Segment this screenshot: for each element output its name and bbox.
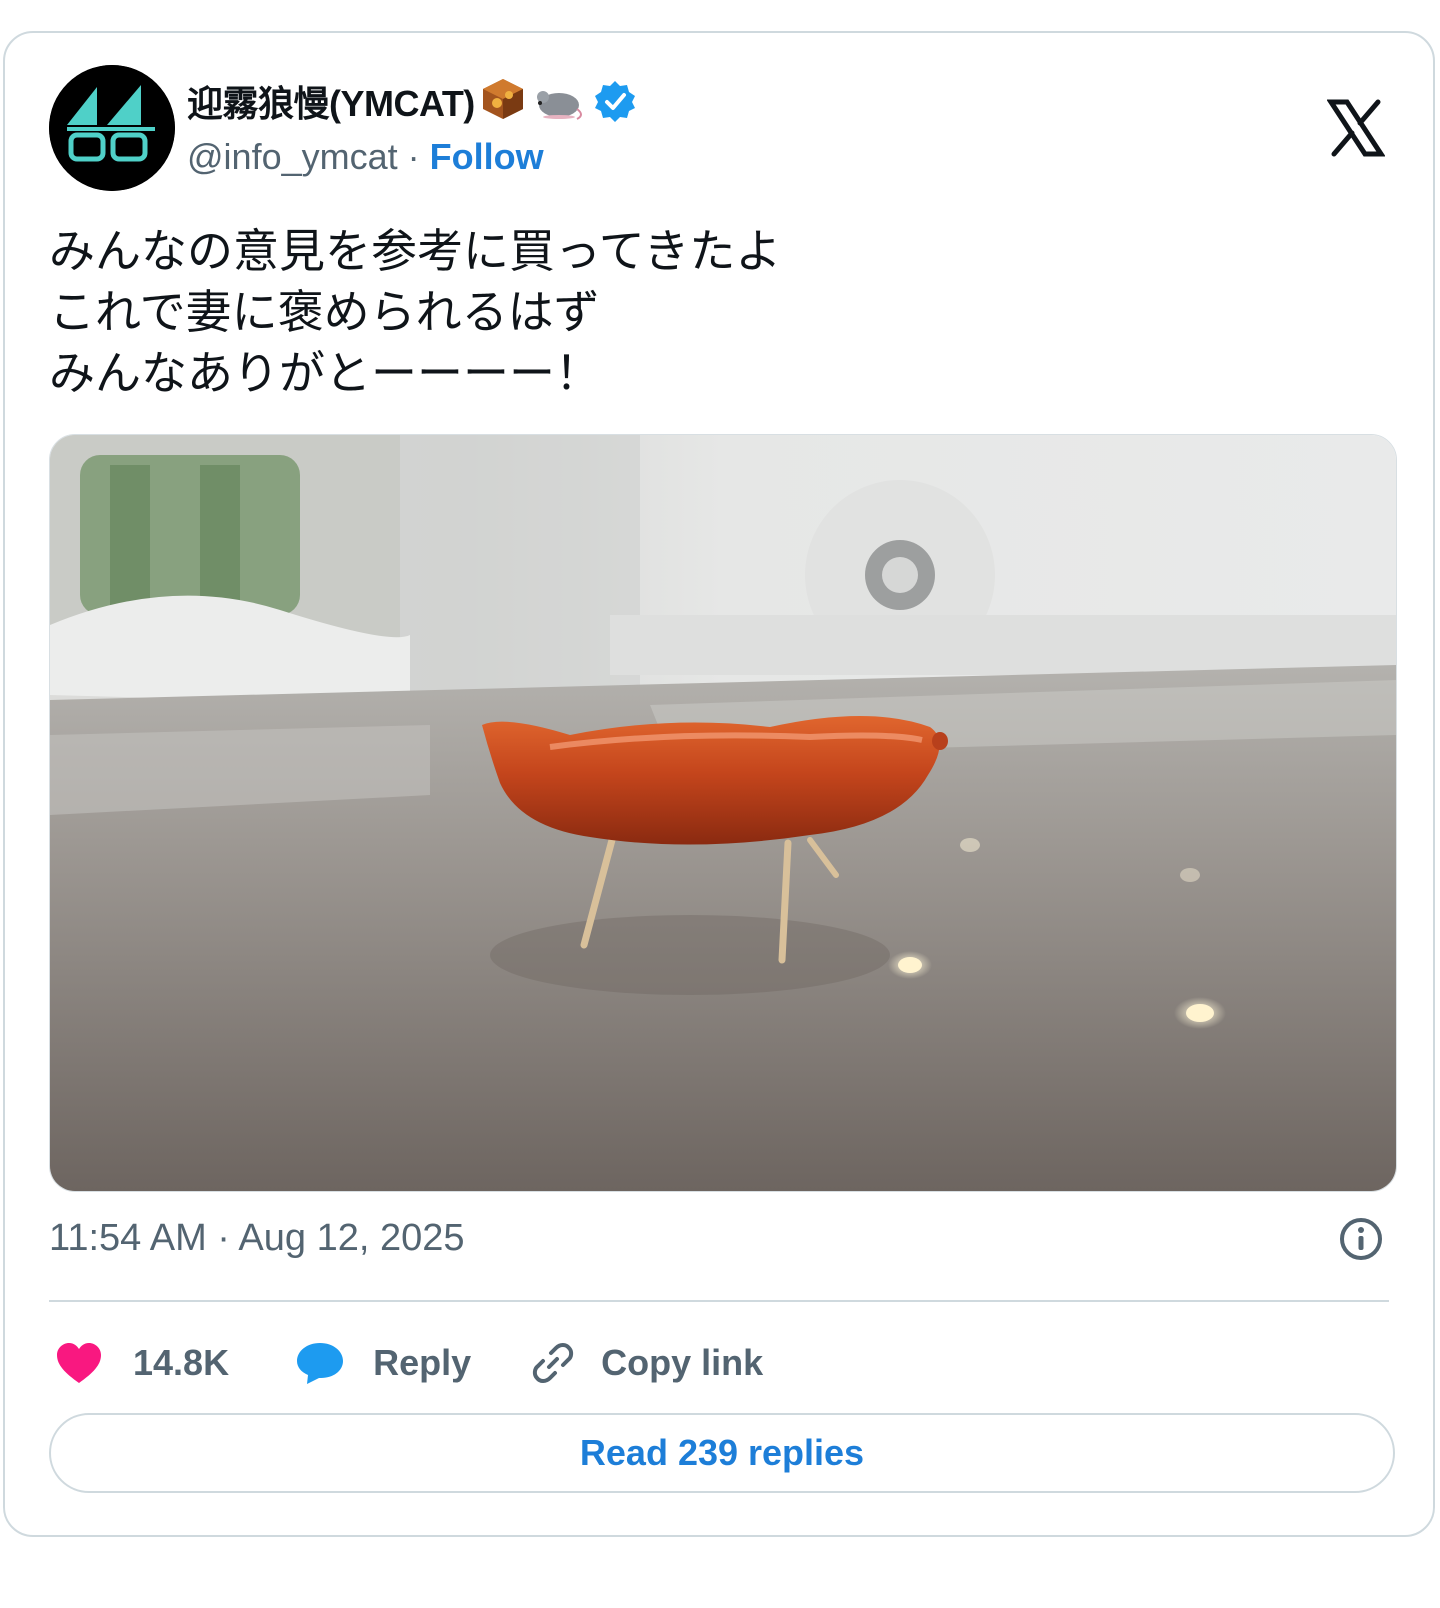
tweet-photo[interactable] bbox=[49, 434, 1397, 1192]
speech-bubble-icon bbox=[297, 1343, 344, 1384]
tweet-card: 迎霧狼慢(YMCAT) @info_ymcat · Follow みんなの意見を… bbox=[3, 31, 1435, 1537]
tweet-text: みんなの意見を参考に買ってきたよ これで妻に褒められるはず みんなありがとーーー… bbox=[49, 221, 1389, 404]
handle-row: @info_ymcat · Follow bbox=[187, 129, 637, 185]
timestamp-row: 11:54 AM · Aug 12, 2025 bbox=[49, 1209, 1389, 1269]
verified-badge-icon bbox=[594, 81, 635, 122]
user-handle[interactable]: @info_ymcat bbox=[187, 136, 398, 178]
tweet-timestamp[interactable]: 11:54 AM · Aug 12, 2025 bbox=[49, 1217, 465, 1260]
cube-emoji-icon bbox=[479, 77, 527, 126]
user-info: 迎霧狼慢(YMCAT) @info_ymcat · Follow bbox=[187, 73, 637, 185]
tweet-text-line: これで妻に褒められるはず bbox=[49, 285, 600, 339]
tweet-text-line: みんなありがとーーーー！ bbox=[49, 346, 601, 400]
tweet-text-line: みんなの意見を参考に買ってきたよ bbox=[49, 224, 782, 278]
x-logo-icon[interactable] bbox=[1327, 99, 1385, 157]
avatar[interactable] bbox=[49, 65, 175, 191]
sausage-with-toothpick-legs-photo bbox=[50, 435, 1396, 1191]
info-icon[interactable] bbox=[1337, 1215, 1385, 1263]
link-icon bbox=[533, 1343, 574, 1383]
tweet-header: 迎霧狼慢(YMCAT) @info_ymcat · Follow bbox=[49, 65, 1389, 195]
display-name[interactable]: 迎霧狼慢(YMCAT) bbox=[187, 75, 475, 127]
display-name-row: 迎霧狼慢(YMCAT) bbox=[187, 73, 637, 129]
like-count: 14.8K bbox=[133, 1342, 230, 1383]
follow-button[interactable]: Follow bbox=[430, 136, 544, 178]
ymcat-logo-icon bbox=[49, 65, 175, 191]
reply-label: Reply bbox=[373, 1342, 472, 1383]
divider bbox=[49, 1300, 1389, 1302]
like-button[interactable]: 14.8K bbox=[55, 1341, 229, 1385]
copy-link-label: Copy link bbox=[601, 1342, 764, 1383]
mouse-emoji-icon bbox=[531, 77, 585, 126]
read-replies-button[interactable]: Read 239 replies bbox=[49, 1413, 1395, 1493]
separator-dot: · bbox=[407, 136, 420, 177]
heart-icon bbox=[57, 1343, 101, 1383]
copy-link-button[interactable]: Copy link bbox=[529, 1339, 763, 1387]
action-bar: 14.8K Reply Copy link bbox=[55, 1333, 763, 1393]
reply-button[interactable]: Reply bbox=[295, 1341, 471, 1385]
